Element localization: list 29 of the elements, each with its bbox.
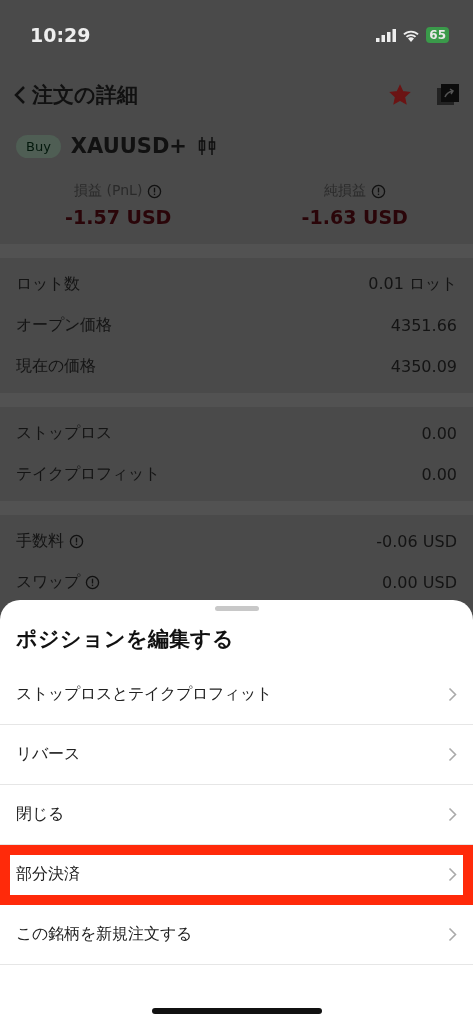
chevron-icon [448, 867, 457, 882]
star-icon[interactable] [389, 84, 411, 106]
battery-level: 65 [426, 27, 449, 43]
chevron-icon [448, 927, 457, 942]
menu-item[interactable]: 部分決済 [0, 845, 473, 905]
pnl-value: -1.63 USD [300, 206, 409, 228]
info-icon[interactable] [85, 575, 100, 590]
wifi-icon [402, 28, 421, 42]
side-badge: Buy [16, 134, 61, 158]
candlestick-icon[interactable] [196, 136, 217, 156]
back-icon[interactable] [14, 85, 26, 105]
chevron-icon [448, 747, 457, 762]
chevron-icon [448, 807, 457, 822]
menu-item[interactable]: ストップロスとテイクプロフィット [0, 665, 473, 725]
menu-item[interactable]: 閉じる [0, 785, 473, 845]
pnl-value: -1.57 USD [64, 206, 173, 228]
symbol-name: XAUUSD+ [70, 134, 187, 158]
menu-item[interactable]: この銘柄を新規注文する [0, 905, 473, 965]
status-time: 10:29 [30, 24, 91, 46]
share-icon[interactable] [437, 84, 459, 106]
signal-icon [376, 28, 397, 42]
info-icon[interactable] [69, 534, 84, 549]
menu-item[interactable]: リバース [0, 725, 473, 785]
info-icon[interactable] [370, 183, 386, 199]
page-title: 注文の詳細 [32, 82, 139, 109]
sheet-title: ポジションを編集する [15, 626, 235, 653]
info-icon[interactable] [147, 183, 163, 199]
sheet-handle[interactable] [214, 606, 259, 611]
chevron-icon [448, 687, 457, 702]
